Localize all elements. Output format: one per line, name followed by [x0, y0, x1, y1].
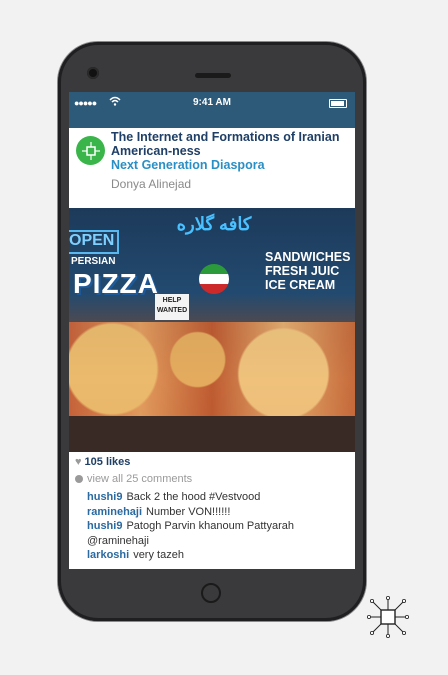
- open-sign: OPEN: [69, 230, 119, 254]
- persian-label: PERSIAN: [71, 256, 116, 267]
- chairs-floor: [69, 416, 355, 452]
- comment-bubble-icon: [75, 475, 83, 484]
- comment-item: hushi9 Back 2 the hood #Vestvood: [87, 490, 349, 505]
- cube-logo-icon: [366, 595, 410, 639]
- book-title[interactable]: The Internet and Formations of Iranian A…: [111, 130, 351, 158]
- book-subtitle: Next Generation Diaspora: [111, 158, 265, 172]
- clock: 9:41 AM: [193, 97, 231, 108]
- author-name[interactable]: Donya Alinejad: [111, 177, 191, 191]
- pizza-sign: PIZZA: [73, 268, 159, 299]
- nav-band: [69, 114, 355, 128]
- comment-item: raminehaji Number VON!!!!!!: [87, 505, 349, 520]
- comment-username[interactable]: hushi9: [87, 491, 122, 503]
- comment-text: Number VON!!!!!!: [146, 505, 231, 518]
- front-camera: [87, 67, 99, 79]
- phone-frame: ●●●●● 9:41 AM The Internet and Formation…: [58, 42, 366, 621]
- view-comments-link[interactable]: view all 25 comments: [75, 473, 192, 485]
- likes-count[interactable]: ♥ 105 likes: [75, 456, 130, 468]
- comment-item: larkoshi very tazeh: [87, 548, 349, 563]
- comment-username[interactable]: hushi9: [87, 520, 122, 532]
- comment-text: very tazeh: [133, 549, 184, 561]
- battery-icon: [329, 99, 347, 108]
- comment-list: hushi9 Back 2 the hood #Vestvood ramineha…: [87, 490, 349, 563]
- phone-screen: ●●●●● 9:41 AM The Internet and Formation…: [69, 92, 355, 569]
- status-bar: ●●●●● 9:41 AM: [69, 92, 355, 114]
- earpiece-speaker: [195, 73, 231, 78]
- iranian-flag-badge: [199, 264, 229, 294]
- menu-sign: SANDWICHES FRESH JUIC ICE CREAM: [265, 250, 351, 292]
- comment-text: Back 2 the hood #Vestvood: [126, 491, 261, 503]
- help-wanted-sign: HELP WANTED: [155, 294, 189, 320]
- persian-cafe-sign: کافه گلاره: [176, 214, 252, 234]
- publisher-logo-icon[interactable]: [76, 136, 105, 165]
- post-header: The Internet and Formations of Iranian A…: [69, 128, 355, 191]
- post-photo[interactable]: OPEN کافه گلاره PERSIAN PIZZA HELP WANTE…: [69, 208, 355, 452]
- comment-item: hushi9 Patogh Parvin khanoum Pattyarah @r…: [87, 519, 349, 548]
- likes-label: 105 likes: [84, 456, 131, 468]
- comment-username[interactable]: larkoshi: [87, 549, 129, 561]
- comment-username[interactable]: raminehaji: [87, 506, 142, 518]
- home-button[interactable]: [201, 583, 221, 603]
- view-comments-label: view all 25 comments: [87, 473, 193, 485]
- heart-icon[interactable]: ♥: [75, 456, 82, 468]
- pizza-image: [69, 322, 355, 416]
